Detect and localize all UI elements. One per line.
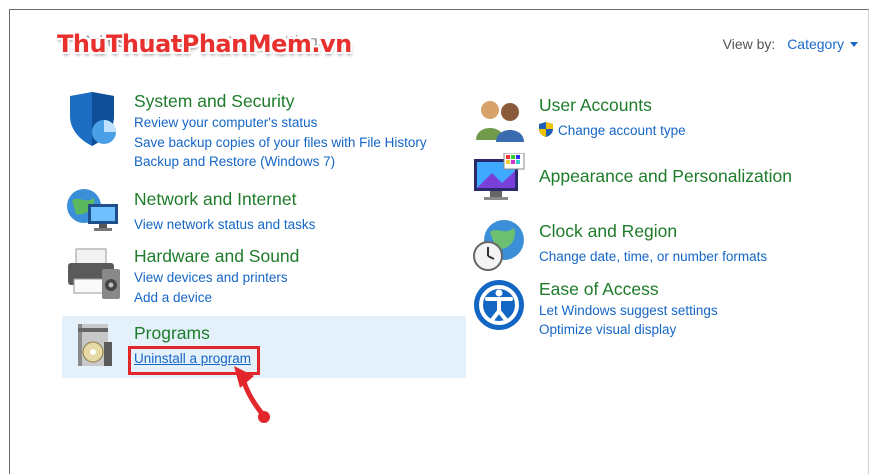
programs-title[interactable]: Programs (134, 323, 210, 344)
view-by-dropdown[interactable]: Category (787, 36, 858, 52)
hardware-sound-title[interactable]: Hardware and Sound (134, 246, 299, 267)
category-ease-of-access: Ease of Access Let Windows suggest setti… (472, 278, 862, 340)
link-review-status[interactable]: Review your computer's status (134, 115, 317, 130)
category-network-internet: Network and Internet View network status… (66, 186, 466, 238)
ease-of-access-title[interactable]: Ease of Access (539, 279, 659, 300)
view-by-label: View by: (722, 36, 776, 52)
clock-region-title[interactable]: Clock and Region (539, 221, 677, 242)
system-security-title[interactable]: System and Security (134, 91, 294, 112)
user-accounts-title[interactable]: User Accounts (539, 95, 652, 116)
uac-shield-icon (539, 122, 553, 137)
view-by: View by: Category (723, 36, 858, 52)
category-hardware-sound: Hardware and Sound View devices and prin… (66, 245, 466, 307)
clock-globe-icon (473, 220, 524, 271)
programs-icon (78, 324, 112, 366)
category-system-security: System and Security Review your computer… (66, 90, 466, 175)
category-appearance: Appearance and Personalization (472, 153, 862, 208)
users-icon (476, 101, 524, 142)
chevron-down-icon (850, 42, 858, 47)
link-change-account-type[interactable]: Change account type (558, 123, 686, 138)
category-clock-region: Clock and Region Change date, time, or n… (472, 218, 862, 273)
link-suggest-settings[interactable]: Let Windows suggest settings (539, 303, 718, 318)
link-devices-printers[interactable]: View devices and printers (134, 270, 288, 285)
appearance-title[interactable]: Appearance and Personalization (539, 166, 792, 187)
ease-of-access-icon (474, 280, 524, 330)
watermark-logo: ThuThuatPhanMem.vn (57, 30, 352, 58)
link-add-device[interactable]: Add a device (134, 290, 212, 305)
link-backup-restore[interactable]: Backup and Restore (Windows 7) (134, 154, 335, 169)
link-file-history[interactable]: Save backup copies of your files with Fi… (134, 135, 427, 150)
monitor-icon (474, 153, 525, 200)
link-date-time-formats[interactable]: Change date, time, or number formats (539, 249, 767, 264)
annotation-arrow-icon (234, 366, 270, 423)
printer-icon (68, 248, 120, 299)
network-icon (67, 189, 118, 231)
link-network-status[interactable]: View network status and tasks (134, 217, 315, 232)
link-optimize-display[interactable]: Optimize visual display (539, 322, 676, 337)
category-user-accounts: User Accounts Change account type (472, 94, 862, 149)
network-internet-title[interactable]: Network and Internet (134, 189, 296, 210)
view-by-value: Category (787, 36, 844, 52)
shield-icon (70, 92, 116, 146)
